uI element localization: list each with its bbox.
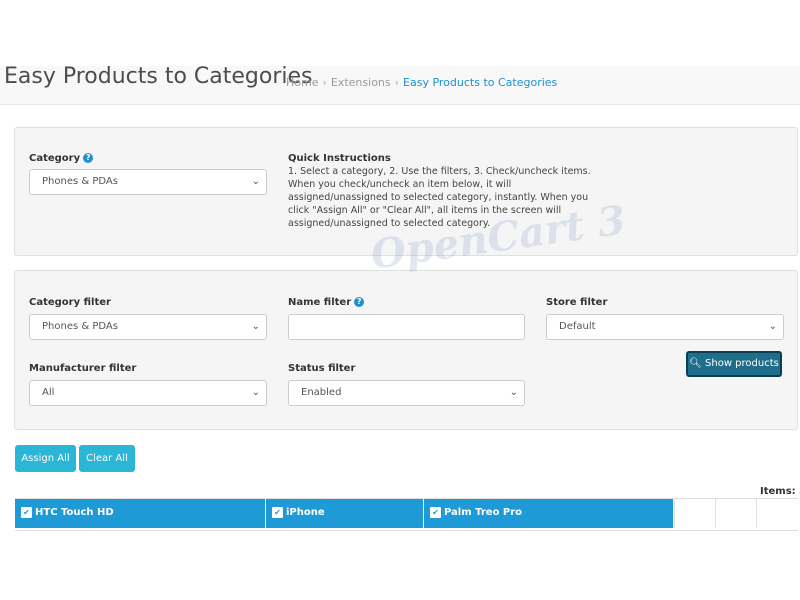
page-title: Easy Products to Categories xyxy=(4,64,313,89)
chevron-down-icon: ⌄ xyxy=(768,321,777,332)
breadcrumb-separator: › xyxy=(394,76,400,89)
checkbox-checked-icon[interactable]: ✔ xyxy=(430,506,441,518)
breadcrumb: Home › Extensions › Easy Products to Categor… xyxy=(286,76,557,89)
product-cell-iphone[interactable]: ✔ iPhone xyxy=(266,499,424,528)
category-filter-label: Category filter xyxy=(29,297,111,308)
status-filter-select[interactable]: Enabled ⌄ xyxy=(288,380,525,406)
status-filter-label: Status filter xyxy=(288,363,356,374)
checkbox-checked-icon[interactable]: ✔ xyxy=(21,506,32,518)
show-products-button[interactable]: 🔍︎ Show products xyxy=(686,351,782,377)
breadcrumb-separator: › xyxy=(322,76,327,89)
table-row: ✔ HTC Touch HD ✔ iPhone ✔ Palm Treo Pro xyxy=(15,498,798,531)
category-select[interactable]: Phones & PDAs ⌄ xyxy=(29,169,267,195)
assign-all-button[interactable]: Assign All xyxy=(15,445,76,472)
chevron-down-icon: ⌄ xyxy=(251,321,260,332)
page-header: Easy Products to Categories Home › Extensi… xyxy=(0,64,800,105)
filters-panel: Category filter Phones & PDAs ⌄ Name filt… xyxy=(14,270,798,430)
store-filter-label: Store filter xyxy=(546,297,608,308)
instructions-text: 1. Select a category, 2. Use the filters… xyxy=(288,166,591,229)
empty-cell xyxy=(674,499,715,528)
help-icon[interactable]: ? xyxy=(354,297,365,307)
product-cell-palm-treo-pro[interactable]: ✔ Palm Treo Pro xyxy=(424,499,674,528)
empty-cell xyxy=(756,499,798,528)
chevron-down-icon: ⌄ xyxy=(251,176,260,187)
items-count: Items: 3 xyxy=(760,486,800,497)
breadcrumb-extensions[interactable]: Extensions xyxy=(331,76,391,89)
chevron-down-icon: ⌄ xyxy=(251,387,260,398)
name-filter-input[interactable] xyxy=(288,314,525,340)
product-cell-htc-touch-hd[interactable]: ✔ HTC Touch HD xyxy=(15,499,266,528)
breadcrumb-home[interactable]: Home xyxy=(286,76,318,89)
name-filter-label: Name filter? xyxy=(288,297,365,308)
category-label: Category? xyxy=(29,153,94,164)
help-icon[interactable]: ? xyxy=(83,153,94,163)
instructions-title: Quick Instructions xyxy=(288,153,391,164)
store-filter-select[interactable]: Default ⌄ xyxy=(546,314,784,340)
category-filter-select[interactable]: Phones & PDAs ⌄ xyxy=(29,314,267,340)
clear-all-button[interactable]: Clear All xyxy=(79,445,135,472)
empty-cell xyxy=(715,499,756,528)
chevron-down-icon: ⌄ xyxy=(509,387,518,398)
manufacturer-filter-select[interactable]: All ⌄ xyxy=(29,380,267,406)
search-icon: 🔍︎ xyxy=(689,358,702,369)
manufacturer-filter-label: Manufacturer filter xyxy=(29,363,137,374)
checkbox-checked-icon[interactable]: ✔ xyxy=(272,506,283,518)
category-panel: Category? Phones & PDAs ⌄ Quick Instructi… xyxy=(14,127,798,256)
breadcrumb-current[interactable]: Easy Products to Categories xyxy=(403,76,557,89)
